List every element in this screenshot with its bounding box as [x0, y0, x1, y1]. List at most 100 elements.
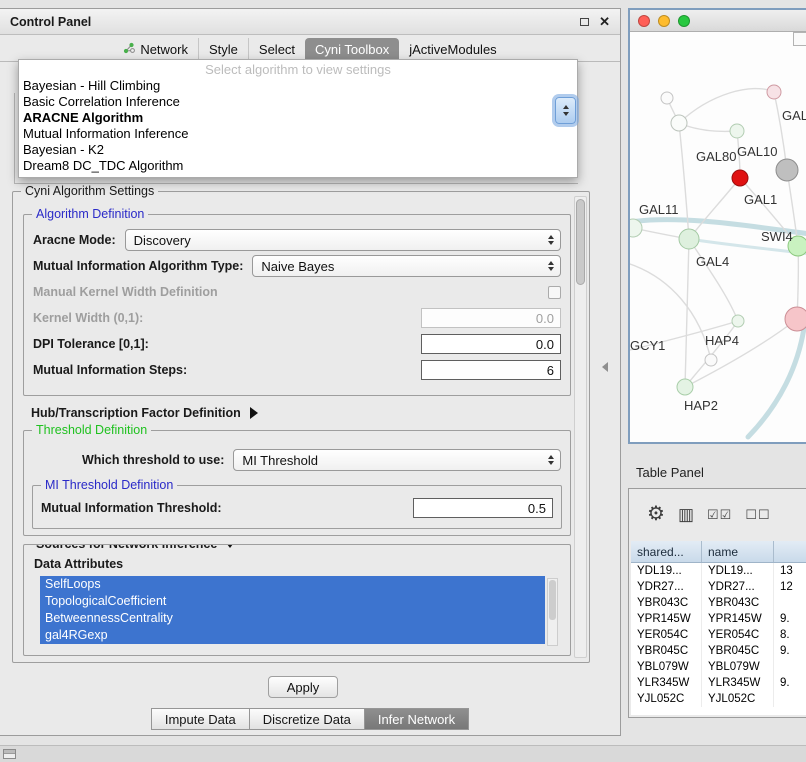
- network-edge[interactable]: [748, 328, 804, 437]
- table-row[interactable]: YER054CYER054C8.: [631, 627, 806, 643]
- attribute-item-topologicalcoefficient[interactable]: TopologicalCoefficient: [40, 593, 545, 610]
- column-header-extra[interactable]: [774, 541, 806, 562]
- apply-button[interactable]: Apply: [268, 676, 338, 698]
- node-label-gal10: GAL10: [737, 144, 777, 159]
- network-edge[interactable]: [689, 178, 740, 239]
- table-cell: YBL079W: [702, 659, 774, 675]
- panel-splitter-arrow[interactable]: [602, 362, 608, 372]
- network-scroll-corner[interactable]: [793, 32, 806, 46]
- zoom-button[interactable]: [678, 15, 690, 27]
- table-row[interactable]: YJL052CYJL052C: [631, 691, 806, 707]
- network-edge[interactable]: [689, 239, 738, 321]
- network-edge[interactable]: [679, 89, 774, 123]
- table-cell: YPR145W: [631, 611, 702, 627]
- table-panel-window: ⚙▥☑☑☐☐ shared...name YDL19...YDL19...13Y…: [628, 488, 806, 718]
- table-cell: 8.: [774, 627, 806, 643]
- minimize-button[interactable]: [658, 15, 670, 27]
- tab-network[interactable]: Network: [113, 38, 198, 61]
- float-window-icon[interactable]: [580, 18, 589, 26]
- tab-select[interactable]: Select: [248, 38, 305, 61]
- hidden-group-border-left: [14, 93, 15, 183]
- network-edge[interactable]: [679, 123, 737, 131]
- algorithm-option-dream8-dc-tdc-algorithm[interactable]: Dream8 DC_TDC Algorithm: [19, 158, 577, 174]
- gear-icon[interactable]: ⚙: [647, 504, 665, 524]
- attribute-item-gal4rgexp[interactable]: gal4RGexp: [40, 627, 545, 644]
- table-row[interactable]: YBR043CYBR043C: [631, 595, 806, 611]
- bottom-tab-infer-network[interactable]: Infer Network: [365, 708, 469, 730]
- table-cell: YBL079W: [631, 659, 702, 675]
- network-node[interactable]: [705, 354, 717, 366]
- network-node[interactable]: [732, 170, 748, 186]
- settings-scrollbar-thumb[interactable]: [576, 199, 585, 285]
- table-row[interactable]: YBL079WYBL079W: [631, 659, 806, 675]
- network-node[interactable]: [671, 115, 687, 131]
- mi-steps-input[interactable]: 6: [421, 360, 561, 380]
- network-node[interactable]: [677, 379, 693, 395]
- network-node[interactable]: [732, 315, 744, 327]
- bottom-tab-discretize-data[interactable]: Discretize Data: [250, 708, 365, 730]
- algorithm-option-bayesian-k2[interactable]: Bayesian - K2: [19, 142, 577, 158]
- column-header-name[interactable]: name: [702, 541, 774, 562]
- table-row[interactable]: YBR045CYBR045C9.: [631, 643, 806, 659]
- hide-columns-icon[interactable]: ☐☐: [745, 508, 770, 521]
- network-node[interactable]: [776, 159, 798, 181]
- dpi-tolerance-input[interactable]: 0.0: [421, 334, 561, 354]
- table-row[interactable]: YLR345WYLR345W9.: [631, 675, 806, 691]
- table-cell: YDL19...: [631, 563, 702, 579]
- algorithm-option-mutual-information-inference[interactable]: Mutual Information Inference: [19, 126, 577, 142]
- network-node[interactable]: [679, 229, 699, 249]
- mi-steps-label: Mutual Information Steps:: [33, 363, 187, 377]
- network-node[interactable]: [661, 92, 673, 104]
- manual-kernel-checkbox[interactable]: [548, 286, 561, 299]
- aracne-mode-select[interactable]: Discovery: [125, 229, 561, 251]
- network-edge[interactable]: [685, 319, 797, 387]
- show-columns-icon[interactable]: ☑☑: [707, 508, 732, 521]
- cyni-algorithm-settings-group: Cyni Algorithm Settings Algorithm Defini…: [12, 191, 590, 663]
- algorithm-option-basic-correlation-inference[interactable]: Basic Correlation Inference: [19, 94, 577, 110]
- table-cell: 12: [774, 579, 806, 595]
- settings-scrollbar[interactable]: [574, 196, 587, 658]
- mi-threshold-label: Mutual Information Threshold:: [41, 501, 222, 515]
- minimized-panel-icon[interactable]: [3, 749, 16, 759]
- algorithm-select-stepper[interactable]: [555, 97, 576, 124]
- network-node[interactable]: [730, 124, 744, 138]
- aracne-mode-row: Aracne Mode: Discovery: [24, 227, 570, 253]
- close-window-icon[interactable]: ✕: [599, 15, 610, 28]
- mi-threshold-group: MI Threshold Definition Mutual Informati…: [32, 485, 562, 529]
- kernel-width-input[interactable]: 0.0: [421, 308, 561, 328]
- table-row[interactable]: YDL19...YDL19...13: [631, 563, 806, 579]
- network-node[interactable]: [767, 85, 781, 99]
- column-browser-icon[interactable]: ▥: [678, 506, 694, 523]
- attributes-scrollbar[interactable]: [547, 578, 558, 646]
- control-panel-titlebar[interactable]: Control Panel ✕: [0, 9, 620, 35]
- attributes-scrollbar-thumb[interactable]: [549, 580, 556, 620]
- table-row[interactable]: YPR145WYPR145W9.: [631, 611, 806, 627]
- mi-steps-row: Mutual Information Steps: 6: [24, 357, 570, 383]
- tab-jactivemodules[interactable]: jActiveModules: [399, 38, 506, 61]
- node-label-gal80: GAL80: [696, 149, 736, 164]
- mi-threshold-input[interactable]: 0.5: [413, 498, 553, 518]
- tab-cyni-toolbox[interactable]: Cyni Toolbox: [305, 38, 399, 61]
- table-toolbar: ⚙ ▥ ☑☑ ☐☐: [629, 489, 806, 539]
- algorithm-option-aracne-algorithm[interactable]: ARACNE Algorithm: [19, 110, 577, 126]
- close-button[interactable]: [638, 15, 650, 27]
- attribute-item-betweennesscentrality[interactable]: BetweennessCentrality: [40, 610, 545, 627]
- column-header-shared[interactable]: shared...: [631, 541, 702, 562]
- algorithm-option-bayesian-hill-climbing[interactable]: Bayesian - Hill Climbing: [19, 78, 577, 94]
- network-window-titlebar[interactable]: [630, 10, 806, 32]
- attribute-item-selfloops[interactable]: SelfLoops: [40, 576, 545, 593]
- network-node[interactable]: [785, 307, 806, 331]
- table-cell: YDR27...: [702, 579, 774, 595]
- mi-type-select[interactable]: Naive Bayes: [252, 255, 561, 277]
- mi-threshold-row: Mutual Information Threshold: 0.5: [33, 498, 561, 518]
- table-row[interactable]: YDR27...YDR27...12: [631, 579, 806, 595]
- which-threshold-select[interactable]: MI Threshold: [233, 449, 561, 471]
- data-attributes-label: Data Attributes: [34, 557, 570, 571]
- sources-title[interactable]: Sources for Network Inference: [32, 544, 240, 551]
- manual-kernel-row: Manual Kernel Width Definition: [24, 279, 570, 305]
- hub-definition-section[interactable]: Hub/Transcription Factor Definition: [31, 406, 258, 420]
- bottom-tab-impute-data[interactable]: Impute Data: [151, 708, 250, 730]
- network-canvas[interactable]: GAL8GAL80GAL10GAL11GAL1SWI4GAL4GCY1HAP4H…: [630, 32, 806, 442]
- network-edge[interactable]: [685, 239, 689, 387]
- tab-style[interactable]: Style: [198, 38, 248, 61]
